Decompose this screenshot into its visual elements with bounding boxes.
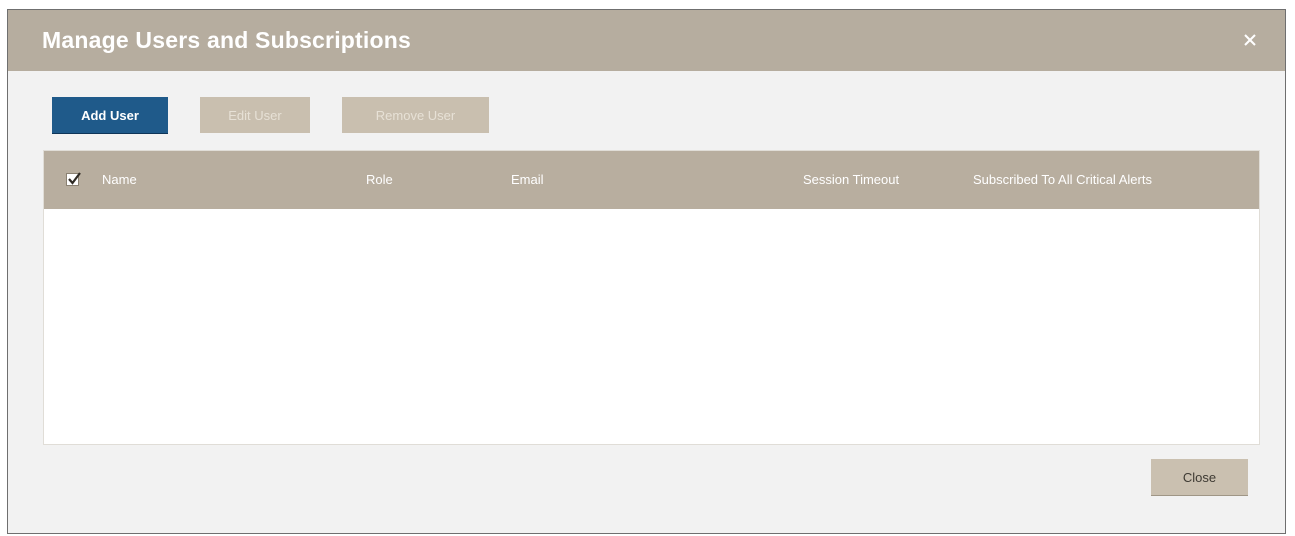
manage-users-dialog: Manage Users and Subscriptions Add User … bbox=[7, 9, 1286, 534]
dialog-titlebar: Manage Users and Subscriptions bbox=[8, 10, 1285, 71]
column-header-role[interactable]: Role bbox=[366, 172, 393, 187]
column-header-subscribed-critical-alerts[interactable]: Subscribed To All Critical Alerts bbox=[973, 172, 1152, 187]
edit-user-button[interactable]: Edit User bbox=[200, 97, 310, 133]
remove-user-button[interactable]: Remove User bbox=[342, 97, 489, 133]
column-header-email[interactable]: Email bbox=[511, 172, 544, 187]
add-user-button[interactable]: Add User bbox=[52, 97, 168, 133]
checkmark-icon bbox=[68, 172, 81, 185]
select-all-checkbox[interactable] bbox=[66, 172, 81, 186]
close-icon[interactable] bbox=[1239, 29, 1261, 51]
column-header-session-timeout[interactable]: Session Timeout bbox=[803, 172, 899, 187]
table-body bbox=[44, 209, 1259, 444]
dialog-title: Manage Users and Subscriptions bbox=[42, 27, 411, 53]
users-table: Name Role Email Session Timeout Subscrib… bbox=[43, 150, 1260, 445]
table-header: Name Role Email Session Timeout Subscrib… bbox=[44, 151, 1259, 209]
column-header-name[interactable]: Name bbox=[102, 172, 137, 187]
close-button[interactable]: Close bbox=[1151, 459, 1248, 495]
